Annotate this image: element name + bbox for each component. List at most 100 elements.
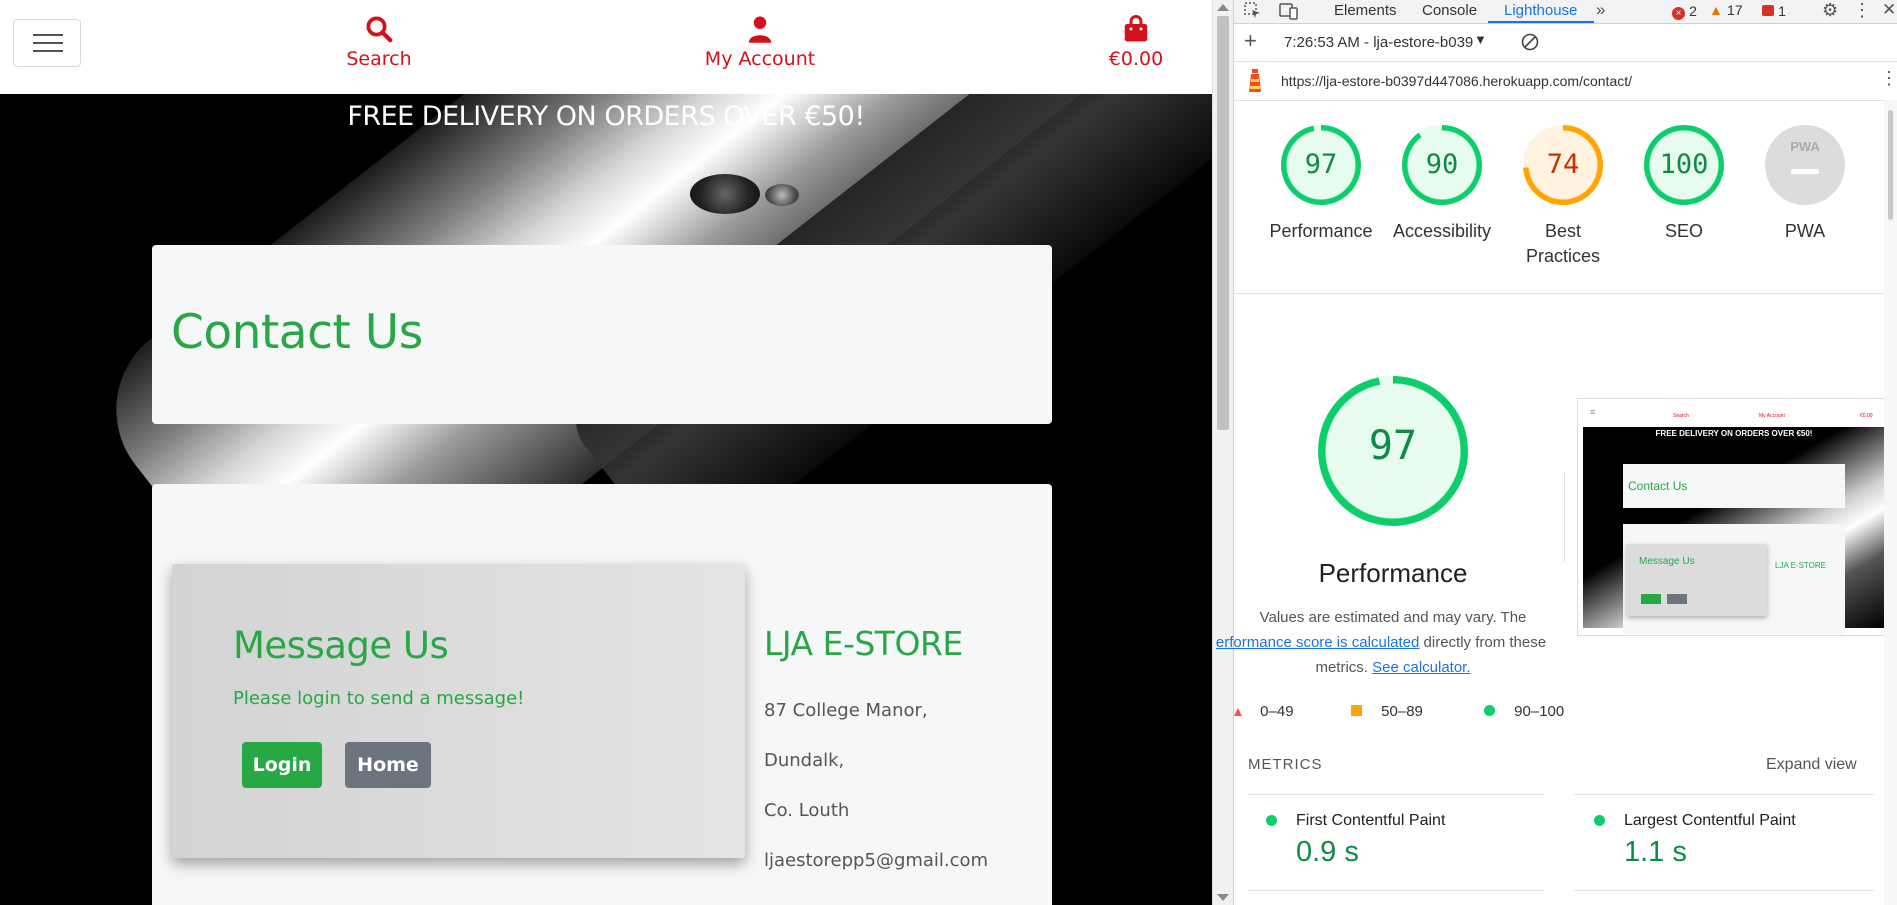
expand-view-toggle[interactable]: Expand view <box>1766 756 1857 774</box>
devtools-panel: Elements Console Lighthouse » × 2 ▲ 17 1… <box>1216 0 1897 905</box>
scroll-down-arrow-icon[interactable] <box>1217 894 1229 901</box>
nav-cart-link[interactable]: €0.00 <box>1056 14 1212 70</box>
thumb-content-card: Message Us LJA E-STORE <box>1623 524 1845 634</box>
legend-fail: 0–49 <box>1234 703 1294 720</box>
gauge-label: Accessibility <box>1392 221 1492 241</box>
settings-gear-icon[interactable]: ⚙ <box>1822 0 1838 21</box>
thumb-promo: FREE DELIVERY ON ORDERS OVER €50! <box>1655 429 1813 438</box>
tab-lighthouse[interactable]: Lighthouse <box>1504 2 1577 19</box>
divider <box>1574 794 1874 795</box>
report-selector[interactable]: 7:26:53 AM - lja-estore-b0397c <box>1284 34 1474 51</box>
close-devtools-icon[interactable]: ✕ <box>1882 0 1896 20</box>
thumb-title-card: Contact Us <box>1623 464 1845 508</box>
hamburger-menu-button[interactable] <box>13 19 81 67</box>
search-icon <box>299 14 459 46</box>
report-url: https://lja-estore-b0397d447086.herokuap… <box>1281 73 1633 89</box>
nav-search-label: Search <box>346 48 412 70</box>
error-icon: × <box>1672 7 1685 20</box>
thumb-nav-search: Search <box>1673 413 1689 419</box>
score-gauge[interactable]: 97 <box>1281 125 1361 205</box>
pass-circle-icon <box>1484 705 1495 716</box>
gauge-label: SEO <box>1664 221 1703 241</box>
thumb-home-button <box>1667 594 1687 604</box>
warning-count-badge[interactable]: ▲ 17 <box>1709 2 1743 19</box>
metrics-heading: METRICS <box>1248 756 1323 773</box>
issues-count: 1 <box>1778 3 1786 19</box>
kebab-menu-icon[interactable]: ⋮ <box>1853 0 1871 21</box>
gauge-score: 74 <box>1546 149 1580 180</box>
device-toolbar-icon[interactable] <box>1279 2 1299 24</box>
final-screenshot-thumbnail[interactable]: ≡ Search My Account €0.00 FREE DELIVERY … <box>1577 398 1891 636</box>
error-count: 2 <box>1689 3 1697 19</box>
page-title: Contact Us <box>171 305 423 360</box>
login-button[interactable]: Login <box>242 742 322 788</box>
page-scrollbar[interactable] <box>1212 0 1233 905</box>
divider <box>1574 890 1874 891</box>
thumb-header: ≡ Search My Account €0.00 <box>1578 399 1890 427</box>
performance-description: Values are estimated and may vary. The e… <box>1216 605 1552 680</box>
pwa-dash-icon <box>1791 169 1819 174</box>
legend-label: 50–89 <box>1381 703 1423 720</box>
issues-count-badge[interactable]: 1 <box>1762 3 1786 20</box>
legend-label: 90–100 <box>1514 703 1565 720</box>
shopping-bag-icon <box>1056 14 1212 46</box>
fail-triangle-icon <box>1234 708 1242 716</box>
page-scrollbar-thumb[interactable] <box>1217 16 1229 430</box>
gauge-score: 97 <box>1304 149 1338 180</box>
message-us-box: Message Us Please login to send a messag… <box>172 564 745 858</box>
thumb-login-button <box>1641 594 1661 604</box>
warning-count: 17 <box>1727 2 1743 18</box>
performance-heading: Performance <box>1318 558 1468 588</box>
nav-cart-total: €0.00 <box>1108 48 1164 70</box>
thumb-nav-cart: €0.00 <box>1860 413 1873 419</box>
report-url-bar: https://lja-estore-b0397d447086.herokuap… <box>1234 62 1897 101</box>
tab-elements[interactable]: Elements <box>1334 2 1397 19</box>
divider <box>1248 794 1544 795</box>
hamburger-line <box>33 34 63 36</box>
contact-content-card: Message Us Please login to send a messag… <box>152 484 1052 905</box>
nav-search-link[interactable]: Search <box>299 14 459 70</box>
score-gauge[interactable]: 90 <box>1402 125 1482 205</box>
thumb-message-box: Message Us <box>1627 544 1767 616</box>
legend-average: 50–89 <box>1351 703 1423 720</box>
report-dropdown-icon[interactable]: ▼ <box>1474 32 1487 47</box>
inspect-element-icon[interactable] <box>1244 2 1262 24</box>
report-menu-icon[interactable]: ⋮ <box>1880 68 1897 89</box>
login-prompt-text: Please login to send a message! <box>233 688 525 709</box>
score-gauge[interactable]: 74 <box>1523 125 1603 205</box>
more-tabs-icon[interactable]: » <box>1596 0 1605 20</box>
devtools-scrollbar-thumb[interactable] <box>1888 110 1893 220</box>
thumb-title: Contact Us <box>1628 479 1688 493</box>
gauge-score: 90 <box>1425 149 1459 180</box>
metric-value: 0.9 s <box>1296 836 1359 868</box>
new-report-plus-icon[interactable]: + <box>1244 28 1257 54</box>
devtools-tab-bar: Elements Console Lighthouse » × 2 ▲ 17 1… <box>1234 0 1897 24</box>
desc-text: metrics. <box>1315 659 1368 676</box>
score-calculated-link[interactable]: erformance score is calculated <box>1216 634 1419 651</box>
metric-name: Largest Contentful Paint <box>1624 812 1796 829</box>
scroll-up-arrow-icon[interactable] <box>1217 4 1229 11</box>
nav-account-label: My Account <box>704 48 816 70</box>
lighthouse-logo-icon <box>1246 68 1264 98</box>
tab-console[interactable]: Console <box>1422 2 1477 19</box>
thumb-message-title: Message Us <box>1639 556 1695 567</box>
clear-reports-icon[interactable] <box>1521 33 1539 55</box>
home-button[interactable]: Home <box>345 742 431 788</box>
pwa-gauge[interactable]: PWA <box>1765 125 1845 205</box>
free-delivery-banner: FREE DELIVERY ON ORDERS OVER €50! <box>347 101 865 132</box>
website-viewport: Search My Account €0.00 FREE DELIVERY ON… <box>0 0 1212 905</box>
nav-account-link[interactable]: My Account <box>680 14 840 70</box>
legend-pass: 90–100 <box>1484 703 1564 720</box>
issues-icon <box>1762 5 1774 16</box>
gauge-label: Best Practices <box>1525 221 1601 266</box>
error-count-badge[interactable]: × 2 <box>1672 3 1697 20</box>
gauge-score: 100 <box>1659 149 1709 180</box>
divider <box>1564 472 1565 562</box>
devtools-scrollbar[interactable] <box>1884 100 1897 905</box>
see-calculator-link[interactable]: See calculator. <box>1372 659 1470 676</box>
pwa-badge-text: PWA <box>1790 139 1820 154</box>
score-gauge[interactable]: 100 <box>1644 125 1724 205</box>
thumb-store-name: LJA E-STORE <box>1775 561 1826 570</box>
desc-text: Values are estimated and may vary. The <box>1259 609 1527 626</box>
site-header: Search My Account €0.00 <box>0 0 1212 94</box>
